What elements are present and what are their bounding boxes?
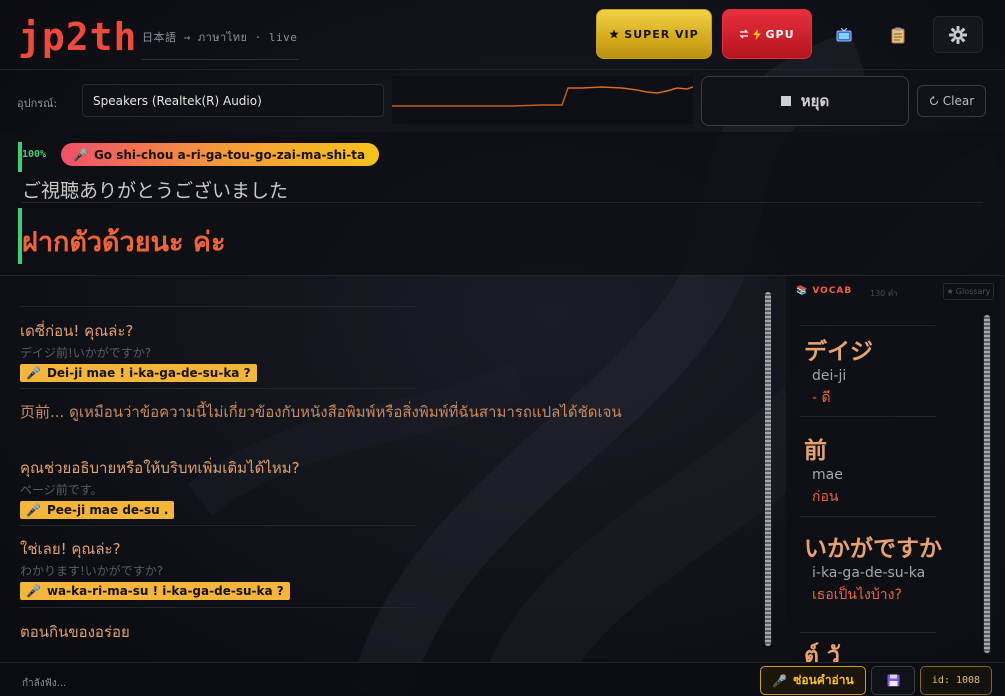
history-list: เดซี่ก่อน! คุณล่ะ? デイジ前!いかがですか? 🎤 Dei-ji … bbox=[0, 276, 760, 662]
divider bbox=[20, 388, 416, 389]
history-japanese: わかります!いかがですか? bbox=[20, 564, 164, 578]
history-thai: 页前... ดูเหมือนว่าข้อความนี้ไม่เกี่ยวข้อง… bbox=[20, 403, 622, 421]
live-japanese: ご視聴ありがとうございました bbox=[22, 180, 289, 202]
list-item: เดซี่ก่อน! คุณล่ะ? デイジ前!いかがですか? 🎤 Dei-ji … bbox=[20, 319, 257, 382]
device-select[interactable]: Speakers (Realtek(R) Audio) bbox=[82, 84, 384, 117]
source-language: 日本語 bbox=[142, 31, 177, 44]
tv-button[interactable] bbox=[827, 18, 861, 52]
super-vip-label: SUPER VIP bbox=[624, 27, 699, 41]
stop-button[interactable]: หยุด bbox=[701, 76, 909, 126]
divider bbox=[800, 516, 936, 517]
gpu-button[interactable]: GPU bbox=[722, 9, 812, 59]
live-transcription: 100% 🎤 Go shi-chou a-ri-ga-tou-go-zai-ma… bbox=[0, 132, 1005, 276]
divider bbox=[22, 202, 983, 203]
vocab-meaning: เธอเป็นไงบ้าง? bbox=[812, 587, 902, 603]
list-item: คุณช่วยอธิบายหรือให้บริบทเพิ่มเติมได้ไหม… bbox=[20, 456, 300, 519]
history-thai: ตอนกินของอร่อย bbox=[20, 623, 130, 641]
vocab-word: デイジ bbox=[804, 339, 873, 365]
clear-button[interactable]: Clear bbox=[917, 85, 986, 117]
clipboard-icon bbox=[891, 27, 905, 43]
vocab-romaji: i-ka-ga-de-su-ka bbox=[812, 565, 926, 581]
vocab-romaji: dei-ji bbox=[812, 368, 847, 384]
microphone-icon: 🎤 bbox=[26, 503, 41, 517]
app-header: jp2th 日本語 → ภาษาไทย · live SUPER VIP GPU bbox=[0, 0, 1005, 70]
star-icon: ★ bbox=[946, 287, 954, 296]
vocab-meaning: ก่อน bbox=[812, 489, 839, 505]
history-japanese: ページ前です。 bbox=[20, 483, 103, 497]
star-icon bbox=[609, 29, 619, 39]
vocab-word: ต์ วั bbox=[804, 643, 840, 662]
app-logo: jp2th bbox=[18, 15, 138, 59]
divider bbox=[800, 416, 936, 417]
clear-label: Clear bbox=[942, 94, 975, 108]
stop-label: หยุด bbox=[800, 92, 830, 110]
history-romaji: 🎤 Pee-ji mae de-su . bbox=[20, 501, 175, 519]
history-thai: คุณช่วยอธิบายหรือให้บริบทเพิ่มเติมได้ไหม… bbox=[20, 459, 300, 477]
audio-waveform bbox=[392, 76, 693, 124]
list-item: ใช่เลย! คุณล่ะ? わかります!いかがですか? 🎤 wa-ka-ri-… bbox=[20, 537, 290, 600]
device-label: อุปกรณ์: bbox=[17, 97, 58, 110]
divider bbox=[800, 632, 936, 633]
list-item: 页前... ดูเหมือนว่าข้อความนี้ไม่เกี่ยวข้อง… bbox=[20, 400, 622, 424]
swap-icon bbox=[739, 29, 750, 39]
refresh-icon bbox=[929, 96, 938, 106]
history-thai: ใช่เลย! คุณล่ะ? bbox=[20, 540, 121, 558]
history-thai: เดซี่ก่อน! คุณล่ะ? bbox=[20, 322, 134, 340]
hide-reading-button[interactable]: 🎤 ซ่อนคำอ่าน bbox=[760, 666, 866, 695]
super-vip-button[interactable]: SUPER VIP bbox=[596, 9, 712, 59]
microphone-icon: 🎤 bbox=[73, 147, 88, 162]
mode-label: live bbox=[268, 31, 298, 44]
history-romaji: 🎤 Dei-ji mae ! i-ka-ga-de-su-ka ? bbox=[20, 364, 257, 382]
stop-icon bbox=[780, 96, 791, 106]
live-romaji-pill: 🎤 Go shi-chou a-ri-ga-tou-go-zai-ma-shi-… bbox=[61, 143, 380, 166]
gpu-label: GPU bbox=[765, 27, 795, 41]
device-row: อุปกรณ์: Speakers (Realtek(R) Audio) หยุ… bbox=[0, 70, 1005, 132]
scrollbar-thumb[interactable] bbox=[984, 315, 990, 653]
clipboard-button[interactable] bbox=[881, 18, 915, 52]
hide-reading-label: ซ่อนคำอ่าน bbox=[793, 673, 854, 687]
divider bbox=[20, 306, 416, 307]
books-icon: 📚 bbox=[796, 286, 809, 296]
tv-icon bbox=[836, 28, 852, 42]
microphone-icon: 🎤 bbox=[26, 584, 41, 598]
history-scrollbar[interactable] bbox=[764, 292, 772, 646]
vocab-item: 前 mae ก่อน bbox=[804, 431, 843, 508]
vocab-word: 前 bbox=[804, 438, 827, 464]
session-id-badge: id: 1008 bbox=[920, 666, 992, 695]
target-language: ภาษาไทย bbox=[197, 31, 248, 44]
save-button[interactable] bbox=[871, 666, 915, 695]
settings-button[interactable] bbox=[933, 16, 983, 53]
vocab-item: デイジ dei-ji - ดี bbox=[804, 332, 873, 409]
glossary-button[interactable]: ★ Glossary bbox=[943, 283, 994, 300]
vocab-word: いかがですか bbox=[804, 536, 942, 562]
gear-icon bbox=[949, 25, 967, 44]
vocab-title: 📚 VOCAB bbox=[796, 286, 853, 296]
divider bbox=[800, 325, 936, 326]
confidence-percent: 100% bbox=[22, 149, 47, 160]
vocab-romaji: mae bbox=[812, 467, 843, 483]
language-direction: 日本語 → ภาษาไทย · live bbox=[142, 22, 298, 60]
dot-glyph: · bbox=[254, 31, 262, 44]
arrow-glyph: → bbox=[183, 31, 191, 44]
history-japanese: デイジ前!いかがですか? bbox=[20, 346, 152, 360]
bolt-icon bbox=[753, 28, 762, 40]
vocab-item: ต์ วั bbox=[804, 638, 840, 662]
live-romaji: Go shi-chou a-ri-ga-tou-go-zai-ma-shi-ta bbox=[93, 147, 366, 162]
divider bbox=[20, 607, 416, 608]
vocab-meaning: - ดี bbox=[812, 390, 831, 406]
status-bar: กำลังฟัง... 🎤 ซ่อนคำอ่าน id: 1008 bbox=[0, 662, 1005, 696]
listening-status: กำลังฟัง... bbox=[22, 678, 67, 689]
microphone-icon: 🎤 bbox=[772, 673, 788, 688]
divider bbox=[20, 525, 416, 526]
vocab-panel: 📚 VOCAB 130 คำ ★ Glossary デイジ dei-ji - ด… bbox=[786, 276, 1000, 662]
live-thai: ฝากตัวด้วยนะ ค่ะ bbox=[22, 227, 226, 258]
vocab-item: いかがですか i-ka-ga-de-su-ka เธอเป็นไงบ้าง? bbox=[804, 529, 942, 606]
floppy-disk-icon bbox=[887, 674, 899, 687]
vocab-scrollbar[interactable] bbox=[983, 315, 991, 653]
scrollbar-thumb[interactable] bbox=[765, 292, 771, 646]
microphone-icon: 🎤 bbox=[26, 366, 41, 380]
list-item: ตอนกินของอร่อย bbox=[20, 620, 130, 644]
vocab-count: 130 คำ bbox=[870, 289, 898, 298]
history-romaji: 🎤 wa-ka-ri-ma-su ! i-ka-ga-de-su-ka ? bbox=[20, 582, 290, 600]
